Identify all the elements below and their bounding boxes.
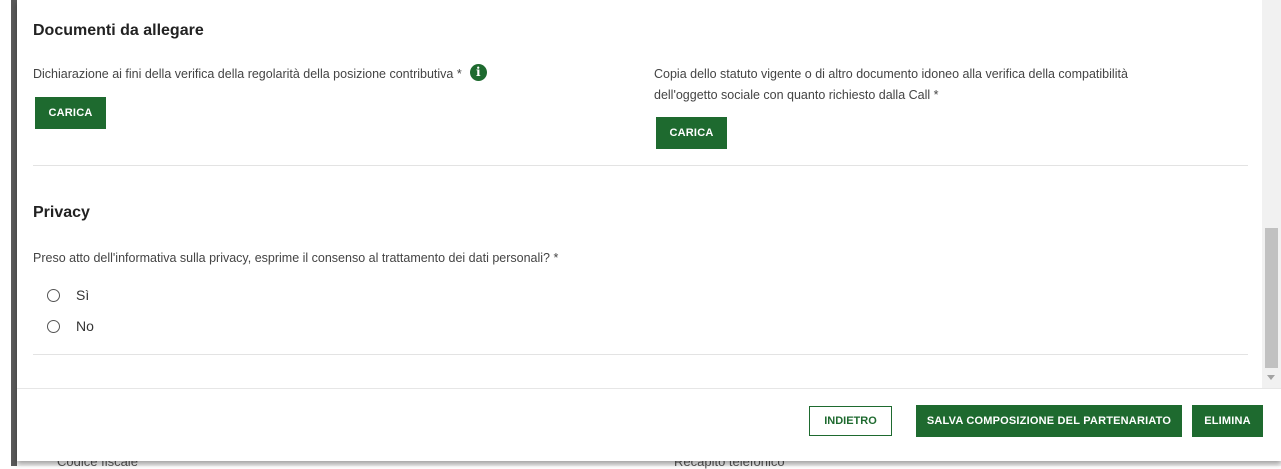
vertical-scrollbar[interactable]	[1262, 0, 1281, 388]
section-divider	[33, 165, 1248, 166]
modal-scroll-content[interactable]: Documenti da allegare Dichiarazione ai f…	[17, 0, 1262, 388]
delete-button[interactable]: ELIMINA	[1192, 405, 1263, 437]
doc-contributiva-label: Dichiarazione ai fini della verifica del…	[33, 64, 487, 85]
upload-contributiva-button[interactable]: CARICA	[35, 97, 106, 129]
privacy-section-title: Privacy	[33, 204, 90, 221]
scrollbar-thumb[interactable]	[1265, 228, 1278, 368]
privacy-option-si[interactable]: Sì	[47, 285, 89, 305]
privacy-option-no[interactable]: No	[47, 316, 94, 336]
doc-statuto-text-line1: Copia dello statuto vigente o di altro d…	[654, 67, 1128, 81]
radio-button[interactable]	[47, 288, 60, 302]
privacy-question: Preso atto dell'informativa sulla privac…	[33, 251, 559, 265]
documents-section-title: Documenti da allegare	[33, 22, 204, 39]
modal-dialog: Documenti da allegare Dichiarazione ai f…	[17, 0, 1281, 461]
radio-button[interactable]	[47, 319, 60, 333]
modal-footer: INDIETRO SALVA COMPOSIZIONE DEL PARTENAR…	[17, 388, 1281, 462]
doc-contributiva-text: Dichiarazione ai fini della verifica del…	[33, 67, 462, 81]
doc-statuto-label: Copia dello statuto vigente o di altro d…	[654, 64, 1128, 106]
back-button[interactable]: INDIETRO	[809, 406, 892, 436]
save-partnership-button[interactable]: SALVA COMPOSIZIONE DEL PARTENARIATO	[916, 405, 1182, 437]
upload-statuto-button[interactable]: CARICA	[656, 117, 727, 149]
section-divider	[33, 354, 1248, 355]
scroll-down-arrow-icon[interactable]	[1267, 375, 1275, 380]
info-icon[interactable]: i	[469, 64, 487, 82]
doc-statuto-text-line2: dell'oggetto sociale con quanto richiest…	[654, 88, 939, 102]
radio-label: Sì	[76, 287, 90, 303]
radio-label: No	[76, 318, 94, 334]
